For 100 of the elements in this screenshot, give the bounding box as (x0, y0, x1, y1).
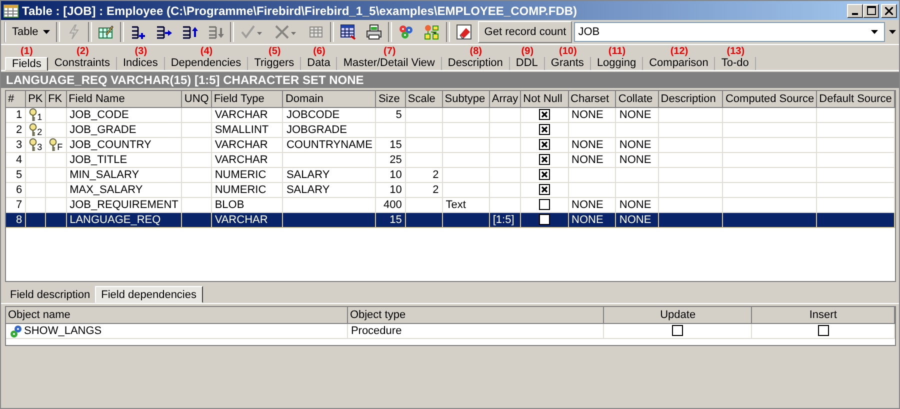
table-menu-button[interactable]: Table (4, 21, 54, 43)
field-header: LANGUAGE_REQ VARCHAR(15) [1:5] CHARACTER SET NONE (1, 72, 899, 88)
column-header[interactable]: # (6, 91, 26, 107)
annotation-number: (3) (134, 47, 148, 57)
table-cell: JOB_COUNTRY (66, 137, 182, 152)
table-cell: JOB_GRADE (66, 122, 182, 137)
tab[interactable]: Triggers (248, 57, 302, 70)
tab[interactable]: Logging (590, 57, 644, 70)
index-arrow-icon (156, 24, 172, 40)
column-header[interactable]: Description (658, 91, 723, 107)
caret-icon (43, 30, 50, 34)
tab[interactable]: DDL (510, 57, 545, 70)
tab[interactable]: Description (442, 57, 510, 70)
record-count-button[interactable]: Get record count (478, 21, 572, 43)
tab[interactable]: To-do (715, 57, 756, 70)
annotation-number: (4) (200, 47, 213, 57)
close-button[interactable] (881, 4, 897, 18)
checkbox[interactable] (538, 139, 550, 150)
table-cell: 6 (6, 182, 26, 197)
edit-table-icon (98, 24, 114, 40)
column-header[interactable]: Size (376, 91, 406, 107)
tab[interactable]: Master/Detail View (337, 57, 442, 70)
column-header[interactable]: Charset (568, 91, 616, 107)
column-header[interactable]: Computed Source (722, 91, 817, 107)
column-header[interactable]: Not Null (520, 91, 568, 107)
object-combo-field[interactable]: JOB (574, 22, 885, 42)
table-cell: NONE (568, 212, 616, 227)
tab[interactable]: Data (301, 57, 338, 70)
column-header[interactable]: PK (26, 91, 46, 107)
column-header[interactable]: Scale (405, 91, 442, 107)
column-header[interactable]: Object name (6, 307, 348, 323)
key-icon (29, 108, 38, 121)
tab[interactable]: Indices (116, 57, 165, 70)
checkbox[interactable] (538, 124, 550, 135)
table-cell: NONE (616, 152, 658, 167)
checkbox[interactable] (538, 199, 550, 210)
table-cell: 3 (6, 137, 26, 152)
table-cell: 25 (376, 152, 406, 167)
index-add-icon (130, 24, 146, 40)
printer-icon (366, 24, 382, 40)
table-cell: VARCHAR (211, 152, 283, 167)
tab[interactable]: Dependencies (164, 57, 248, 70)
table-cell: 5 (376, 107, 406, 122)
table-cell: 15 (376, 137, 406, 152)
table-cell: NUMERIC (211, 182, 283, 197)
column-header[interactable]: Collate (616, 91, 658, 107)
x-mark-icon (540, 126, 548, 133)
gears-icon (398, 24, 414, 40)
column-header[interactable]: Field Type (211, 91, 283, 107)
checkbox[interactable] (672, 325, 684, 336)
checkbox[interactable] (538, 214, 550, 225)
annotation-number: (2) (76, 47, 89, 57)
tab[interactable]: Field dependencies (95, 286, 202, 303)
window-title: Table : [JOB] : Employee (C:\Programme\Firebird\Firebird_1_5\examples\EMPLOYEE_COMP.FDB) (22, 4, 578, 18)
column-header[interactable]: Domain (282, 91, 376, 107)
table-cell: MAX_SALARY (66, 182, 182, 197)
tab[interactable]: Fields (5, 57, 48, 71)
checkbox[interactable] (538, 109, 550, 120)
column-header[interactable]: Subtype (442, 91, 490, 107)
gears-icon (9, 324, 22, 337)
table-cell: COUNTRYNAME (282, 137, 376, 152)
column-header[interactable]: UNQ (182, 91, 212, 107)
checkbox[interactable] (818, 325, 829, 336)
table-cell: NONE (568, 137, 616, 152)
tab[interactable]: Constraints (48, 57, 117, 70)
table-cell: 5 (6, 167, 26, 182)
column-header[interactable]: Array (489, 91, 521, 107)
tab[interactable]: Comparison (643, 57, 716, 70)
close-icon (885, 6, 893, 14)
checkbox[interactable] (538, 169, 550, 180)
dropdown-arrow-icon (871, 30, 878, 34)
column-header[interactable]: Default Source (816, 91, 894, 107)
table-cell: NONE (568, 152, 616, 167)
annotation-number: (5) (268, 47, 281, 57)
table-cell: NONE (616, 107, 658, 122)
x-mark-icon (540, 171, 548, 178)
data-grid-icon (340, 24, 356, 40)
minimize-button[interactable] (847, 4, 863, 18)
table-cell: MIN_SALARY (66, 167, 182, 182)
column-header[interactable]: FK (46, 91, 66, 107)
table-cell: SALARY (282, 182, 376, 197)
table-cell: 8 (6, 212, 26, 227)
column-header[interactable]: Update (604, 307, 752, 323)
checkbox[interactable] (538, 154, 550, 165)
tab[interactable]: Grants (544, 57, 591, 70)
checkbox[interactable] (538, 184, 550, 195)
table-cell: JOBGRADE (282, 122, 376, 137)
maximize-button[interactable] (863, 4, 879, 18)
table-cell: [1:5] (489, 212, 521, 227)
column-header[interactable]: Insert (752, 307, 894, 323)
table-cell: 4 (6, 152, 26, 167)
key-index: 3 (37, 142, 42, 151)
cross-icon (274, 24, 298, 40)
table-cell: 2 (6, 122, 26, 137)
table-cell: BLOB (211, 197, 283, 212)
tree-diagram-icon (424, 24, 440, 40)
key-index: 2 (37, 128, 42, 136)
column-header[interactable]: Object type (347, 307, 604, 323)
tab[interactable]: Field description (5, 286, 96, 303)
column-header[interactable]: Field Name (66, 91, 182, 107)
